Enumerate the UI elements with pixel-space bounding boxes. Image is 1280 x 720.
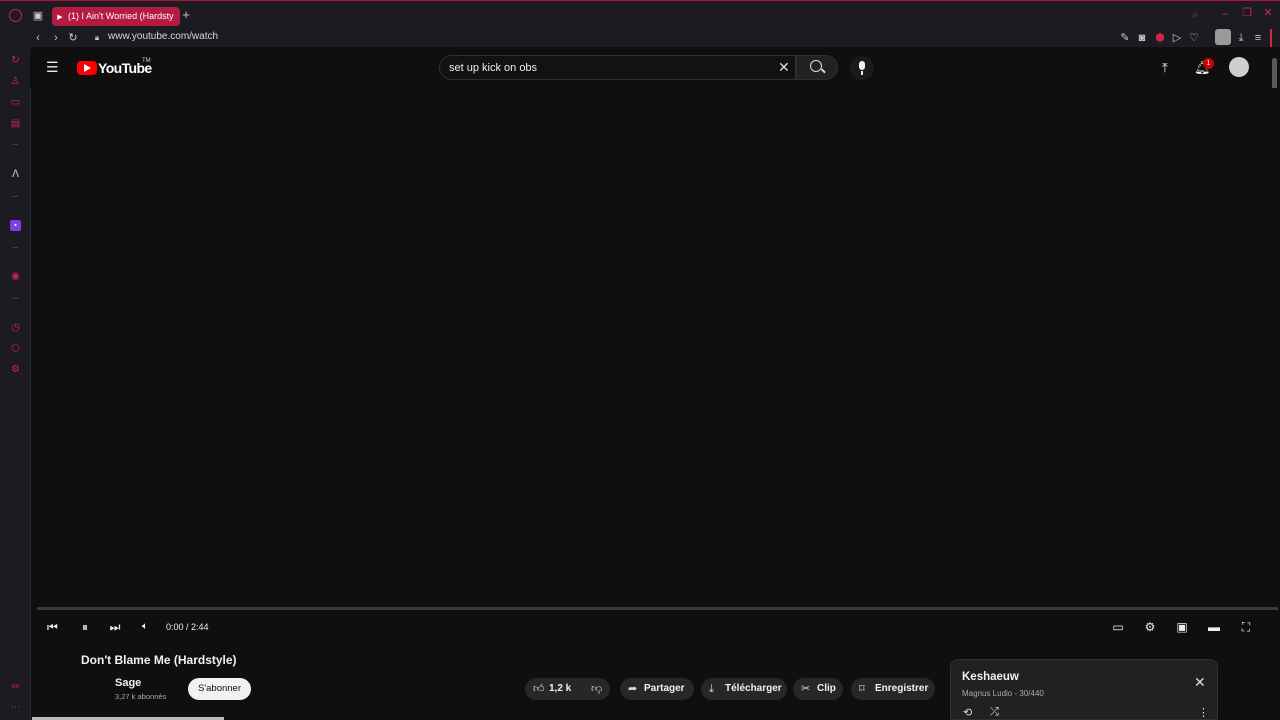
youtube-favicon-icon: ▶ bbox=[57, 14, 63, 21]
miniplayer-icon[interactable]: ▣ bbox=[1173, 612, 1191, 642]
voice-search-button[interactable] bbox=[850, 56, 874, 80]
sidebar-divider: – bbox=[12, 139, 19, 150]
cube-icon[interactable]: ⬡ bbox=[10, 343, 21, 354]
settings-gear-icon[interactable]: ⚙ bbox=[1141, 612, 1159, 642]
url-field[interactable]: www.youtube.com/watch bbox=[108, 31, 218, 42]
messenger-icon[interactable]: ▭ bbox=[10, 97, 21, 108]
download-arrow-icon: ⤓ bbox=[709, 683, 714, 695]
search-button[interactable] bbox=[796, 55, 838, 80]
download-button[interactable]: ⤓ Télécharger bbox=[701, 678, 787, 700]
notifications-badge: 1 bbox=[1203, 58, 1214, 69]
shuffle-icon[interactable]: ⤮ bbox=[990, 706, 999, 719]
new-tab-button[interactable]: + bbox=[180, 8, 192, 21]
youtube-logo-icon[interactable] bbox=[77, 61, 97, 75]
clip-button[interactable]: ✂ Clip bbox=[793, 678, 843, 700]
loop-icon[interactable]: ⟲ bbox=[963, 706, 972, 719]
upload-icon[interactable]: ⤒ bbox=[1162, 60, 1168, 76]
minimize-icon[interactable]: – bbox=[1219, 8, 1231, 20]
news-icon[interactable]: ▤ bbox=[10, 118, 21, 129]
playlist-panel: Keshaeuw Magnus Ludio - 30/440 ✕ ⟲ ⤮ ⋮ bbox=[950, 659, 1218, 720]
menu-icon[interactable]: ≡ bbox=[1252, 32, 1264, 44]
sidebar-footer-label: ox bbox=[11, 683, 20, 690]
volume-icon[interactable]: 🔈︎ bbox=[137, 612, 153, 642]
like-icon[interactable]: 👍︎ bbox=[533, 678, 545, 700]
workspaces-icon[interactable]: ▣ bbox=[32, 10, 44, 22]
progress-bar[interactable] bbox=[37, 607, 1278, 610]
tab-title: (1) I Ain't Worried (Hardsty bbox=[68, 11, 174, 21]
like-dislike-group: 👍︎ 1,2 k 👎︎ bbox=[525, 678, 610, 700]
search-input[interactable]: set up kick on obs bbox=[449, 62, 537, 74]
heart-icon[interactable]: ♡ bbox=[1188, 32, 1200, 44]
forward-icon[interactable]: › bbox=[50, 32, 62, 44]
search-icon-handle bbox=[821, 68, 826, 74]
aria-icon[interactable]: ᐱ bbox=[10, 169, 21, 180]
lock-icon: 🔒︎ bbox=[94, 33, 100, 42]
more-icon[interactable]: ⋯ bbox=[10, 702, 21, 713]
clock-icon[interactable]: ◷ bbox=[10, 322, 21, 333]
sidebar-divider-2: – bbox=[12, 191, 19, 202]
download-icon[interactable]: ⤓ bbox=[1235, 32, 1247, 44]
share-button[interactable]: ➦ Partager bbox=[620, 678, 694, 700]
active-tab[interactable]: ▶ (1) I Ain't Worried (Hardsty bbox=[52, 7, 180, 26]
save-button[interactable]: ⌑ Enregistrer bbox=[851, 678, 935, 700]
history-icon[interactable]: ↻ bbox=[10, 55, 21, 66]
player-sidebar-icon[interactable]: ◉ bbox=[10, 271, 21, 282]
download-label: Télécharger bbox=[725, 683, 782, 694]
video-title: Don't Blame Me (Hardstyle) bbox=[81, 653, 237, 667]
vpn-shield-icon[interactable]: ⬢ bbox=[1154, 32, 1166, 44]
edit-icon[interactable]: ✎ bbox=[1119, 32, 1131, 44]
video-player[interactable] bbox=[37, 88, 1278, 608]
previous-icon[interactable]: ⏮ bbox=[47, 612, 58, 642]
microphone-icon bbox=[859, 61, 865, 70]
sidebar-divider-4: – bbox=[12, 293, 19, 304]
hamburger-menu-icon[interactable]: ☰ bbox=[46, 60, 60, 74]
playlist-subtitle: Magnus Ludio - 30/440 bbox=[962, 689, 1044, 698]
microphone-icon-stand bbox=[861, 71, 863, 75]
bookmark-icon: ⌑ bbox=[859, 683, 865, 695]
fullscreen-icon[interactable]: ⛶ bbox=[1237, 612, 1255, 642]
search-tabs-icon[interactable]: ⌕ bbox=[1189, 9, 1201, 21]
pause-icon[interactable]: ⏸ bbox=[77, 612, 93, 642]
profile-avatar[interactable] bbox=[1215, 29, 1231, 45]
bag-icon[interactable]: ♙ bbox=[10, 76, 21, 87]
share-label: Partager bbox=[644, 683, 685, 694]
reload-icon[interactable]: ↻ bbox=[67, 32, 79, 44]
sidebar-divider-3: – bbox=[12, 242, 19, 253]
subtitles-icon[interactable]: ▭ bbox=[1109, 612, 1127, 642]
subscribe-button[interactable]: S'abonner bbox=[188, 678, 251, 700]
browser-titlebar: ▣ ▶ (1) I Ain't Worried (Hardsty + ⌕ – ❐ … bbox=[0, 0, 1280, 30]
opera-logo-icon[interactable] bbox=[9, 9, 22, 22]
next-icon[interactable]: ⏭ bbox=[107, 612, 123, 642]
subscriber-count: 3,27 k abonnés bbox=[115, 692, 167, 701]
search-box[interactable]: set up kick on obs ✕ bbox=[439, 55, 796, 80]
back-icon[interactable]: ‹ bbox=[32, 32, 44, 44]
search-icon bbox=[810, 60, 822, 72]
camera-icon[interactable]: ◙ bbox=[1136, 32, 1148, 44]
address-bar: ‹ › ↻ 🔒︎ www.youtube.com/watch ✎ ◙ ⬢ ▷ ♡… bbox=[0, 29, 1280, 47]
settings-icon[interactable]: ⚙ bbox=[10, 364, 21, 375]
more-options-icon[interactable]: ⋮ bbox=[1198, 706, 1209, 719]
channel-name[interactable]: Sage bbox=[115, 677, 141, 689]
twitch-icon[interactable]: ▪ bbox=[10, 220, 21, 231]
close-playlist-icon[interactable]: ✕ bbox=[1194, 675, 1206, 689]
accent-strip bbox=[1270, 29, 1272, 47]
clear-search-icon[interactable]: ✕ bbox=[778, 60, 790, 74]
share-icon: ➦ bbox=[628, 683, 638, 695]
theater-mode-icon[interactable]: ▬ bbox=[1205, 612, 1223, 642]
account-avatar[interactable] bbox=[1229, 57, 1249, 77]
scissors-icon: ✂ bbox=[801, 683, 811, 695]
browser-sidebar: ↻ ♙ ▭ ▤ – ᐱ – ▪ – ◉ – ◷ ⬡ ⚙ ox ⋯ bbox=[0, 47, 31, 720]
playlist-title[interactable]: Keshaeuw bbox=[962, 671, 1019, 683]
save-label: Enregistrer bbox=[875, 683, 929, 694]
player-icon[interactable]: ▷ bbox=[1171, 32, 1183, 44]
clip-label: Clip bbox=[817, 683, 836, 694]
logo-trademark: TM bbox=[142, 58, 151, 64]
player-controls: ⏮ ⏸ ⏭ 🔈︎ 0:00 / 2:44 ▭ ⚙ ▣ ▬ ⛶ bbox=[37, 612, 1278, 642]
like-count[interactable]: 1,2 k bbox=[549, 683, 571, 694]
time-display: 0:00 / 2:44 bbox=[166, 622, 209, 632]
close-window-icon[interactable]: ✕ bbox=[1262, 7, 1274, 19]
dislike-icon[interactable]: 👎︎ bbox=[591, 678, 602, 700]
maximize-icon[interactable]: ❐ bbox=[1241, 7, 1253, 19]
